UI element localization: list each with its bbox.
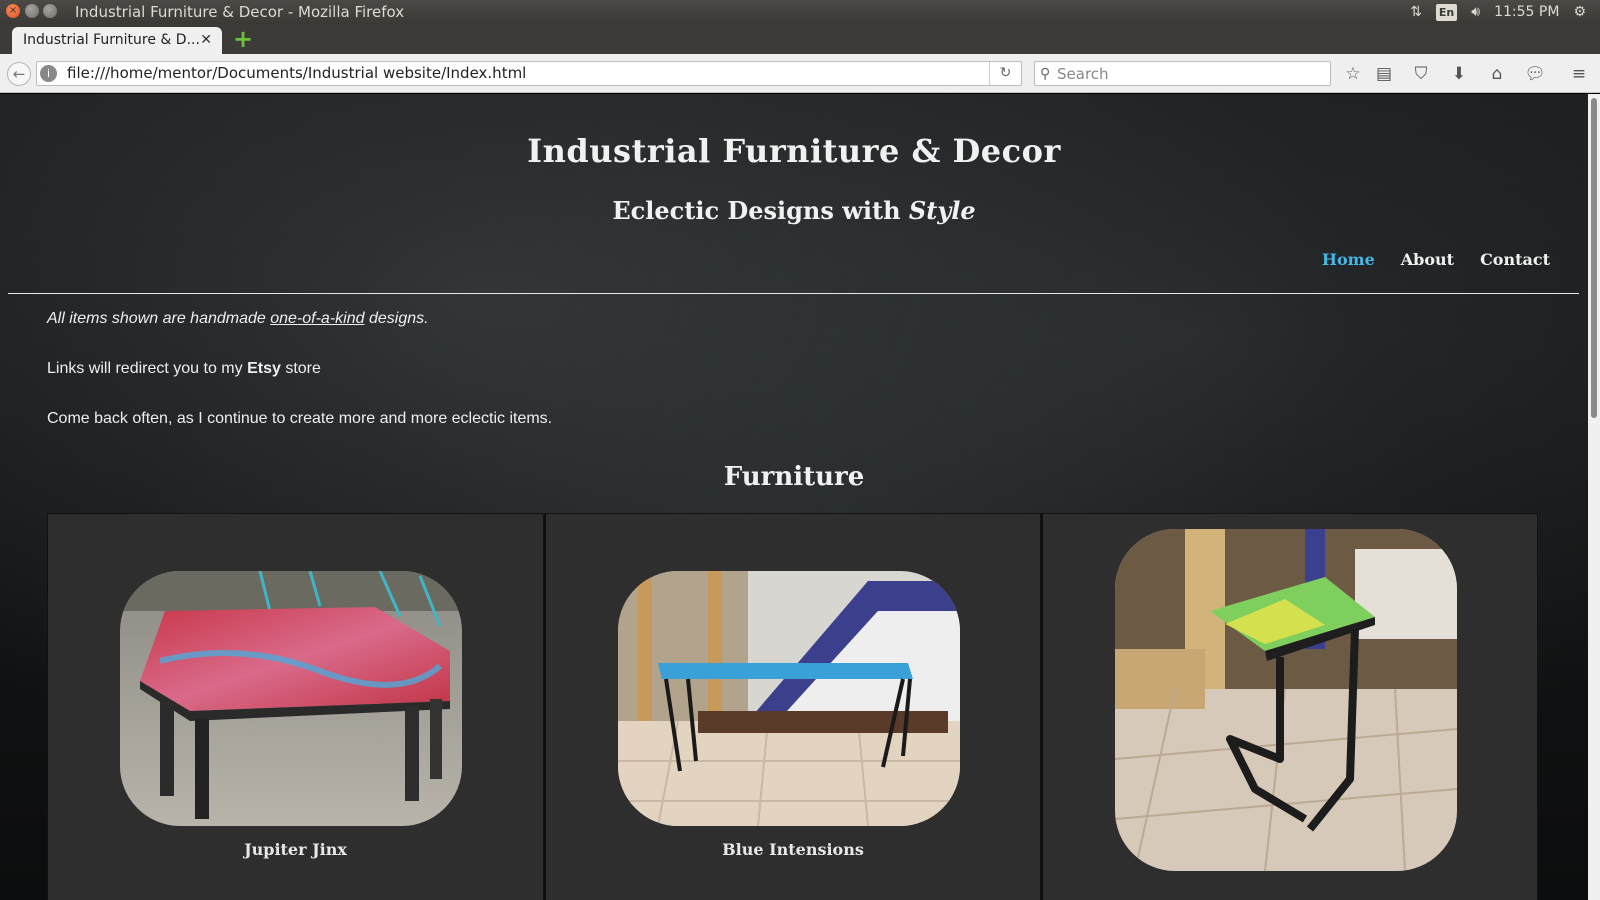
product-gallery: Jupiter Jinx Blue Intensions (47, 513, 1539, 900)
nav-link-home[interactable]: Home (1322, 250, 1375, 269)
intro-text: store (285, 360, 321, 377)
volume-icon[interactable]: 🔊︎ (1471, 0, 1480, 24)
navigation-toolbar: ← i file:///home/mentor/Documents/Indust… (0, 54, 1600, 93)
product-card[interactable]: Blue Intensions (544, 513, 1041, 900)
header-divider (8, 293, 1579, 294)
site-nav: Home About Contact (1322, 250, 1550, 269)
window-close-button[interactable]: × (6, 4, 20, 18)
product-name[interactable]: Jupiter Jinx (48, 840, 543, 859)
url-bar[interactable]: i file:///home/mentor/Documents/Industri… (36, 61, 1022, 86)
hamburger-menu-icon[interactable]: ≡ (1568, 63, 1590, 85)
section-heading-furniture: Furniture (723, 462, 865, 492)
system-tray: ⇅ En 🔊︎ 11:55 PM ⚙ (1410, 0, 1600, 24)
one-of-a-kind-link[interactable]: one-of-a-kind (270, 310, 364, 327)
clock[interactable]: 11:55 PM (1494, 0, 1559, 24)
intro-line-3: Come back often, as I continue to create… (47, 410, 553, 427)
tab-close-icon[interactable]: ✕ (200, 27, 212, 54)
nav-link-contact[interactable]: Contact (1480, 250, 1550, 269)
new-tab-plus-icon[interactable]: + (233, 25, 253, 53)
window-maximize-button[interactable] (43, 4, 57, 18)
tab-strip: Industrial Furniture & D... ✕ + (0, 24, 1600, 54)
intro-text: designs. (368, 310, 429, 327)
downloads-icon[interactable]: ⬇ (1448, 63, 1470, 85)
site-title: Industrial Furniture & Decor (527, 132, 1061, 170)
settings-gear-icon[interactable]: ⚙ (1573, 0, 1586, 24)
home-icon[interactable]: ⌂ (1486, 63, 1508, 85)
page-scrollbar[interactable] (1588, 94, 1600, 900)
bookmarks-menu-icon[interactable]: ▤ (1373, 63, 1395, 85)
etsy-label: Etsy (247, 360, 281, 377)
pocket-icon[interactable]: ⛉ (1410, 63, 1432, 85)
bookmark-star-icon[interactable]: ☆ (1342, 63, 1364, 85)
nav-link-about[interactable]: About (1401, 250, 1454, 269)
network-icon[interactable]: ⇅ (1410, 0, 1422, 24)
window-minimize-button[interactable] (25, 4, 39, 18)
site-identity-icon[interactable]: i (40, 65, 57, 82)
product-name[interactable]: Blue Intensions (546, 840, 1040, 859)
window-title: Industrial Furniture & Decor - Mozilla F… (75, 3, 405, 21)
product-card[interactable] (1041, 513, 1538, 900)
product-photo-jupiter-jinx[interactable] (120, 571, 462, 826)
product-photo-blue-intensions[interactable] (618, 571, 960, 826)
keyboard-layout-indicator[interactable]: En (1435, 3, 1458, 21)
window-titlebar: × Industrial Furniture & Decor - Mozilla… (0, 0, 1600, 24)
chat-icon[interactable]: 💬︎ (1524, 63, 1546, 85)
scrollbar-thumb[interactable] (1591, 98, 1597, 418)
back-arrow-icon[interactable]: ← (7, 62, 31, 86)
product-card[interactable]: Jupiter Jinx (47, 513, 544, 900)
tagline-emphasis: Style (908, 196, 976, 225)
intro-text: Links will redirect you to my (47, 360, 243, 377)
product-photo-green-side-table[interactable] (1115, 529, 1457, 871)
intro-line-1: All items shown are handmade one-of-a-ki… (47, 310, 429, 328)
site-tagline: Eclectic Designs with Style (0, 196, 1588, 225)
reload-icon[interactable]: ↻ (989, 62, 1021, 85)
search-input[interactable] (1057, 62, 1327, 85)
tab-active[interactable]: Industrial Furniture & D... ✕ (12, 27, 222, 54)
tab-label: Industrial Furniture & D... (23, 32, 200, 48)
search-bar[interactable]: ⚲ (1034, 61, 1331, 86)
intro-line-2: Links will redirect you to my Etsy store (47, 360, 321, 378)
intro-text: All items shown are handmade (47, 310, 266, 327)
tagline-text: Eclectic Designs with (612, 196, 901, 225)
page-viewport: Industrial Furniture & Decor Eclectic De… (0, 94, 1588, 900)
url-text[interactable]: file:///home/mentor/Documents/Industrial… (67, 62, 526, 85)
search-icon: ⚲ (1040, 66, 1051, 82)
